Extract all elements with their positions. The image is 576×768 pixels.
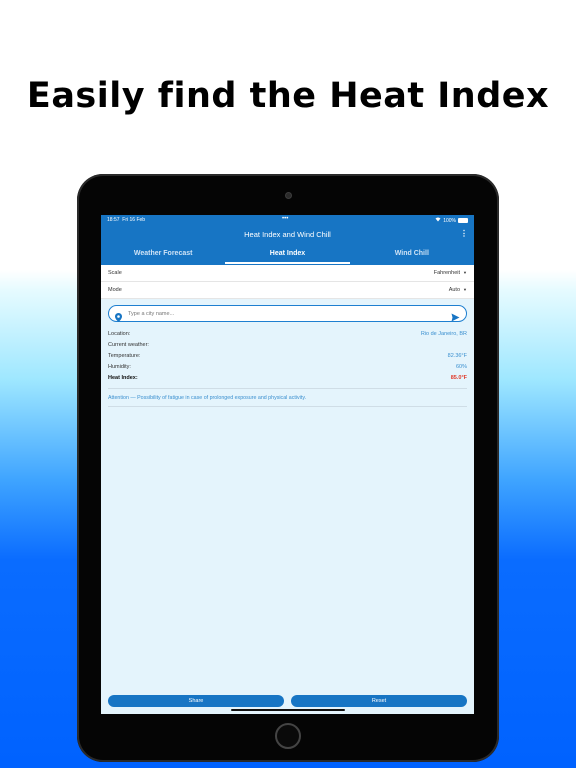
- city-search-field[interactable]: [108, 305, 467, 322]
- headline: Easily find the Heat Index: [26, 76, 550, 116]
- main-content: Location: Rio de Janeiro, BR Current wea…: [101, 299, 474, 714]
- battery-percent: 100%: [443, 217, 456, 224]
- camera-icon: [285, 192, 292, 199]
- heat-index-line: Heat Index: 85.0°F: [108, 374, 467, 381]
- attention-message: Attention — Possibility of fatigue in ca…: [108, 394, 307, 401]
- ipad-device-frame: 18:57 Fri 16 Feb ••• 100% Heat Index and…: [77, 174, 499, 762]
- scale-label: Scale: [108, 270, 122, 276]
- temperature-value: 82.36°F: [447, 352, 467, 359]
- status-right: 100%: [435, 217, 468, 224]
- status-time: 18:57 Fri 16 Feb: [107, 217, 146, 223]
- send-icon[interactable]: [451, 309, 460, 322]
- status-bar: 18:57 Fri 16 Feb ••• 100%: [101, 215, 474, 225]
- location-line: Location: Rio de Janeiro, BR: [108, 331, 467, 338]
- temperature-line: Temperature: 82.36°F: [108, 352, 467, 359]
- mode-select[interactable]: Auto ▼: [449, 287, 467, 293]
- current-weather-line: Current weather:: [108, 342, 149, 349]
- wifi-icon: [435, 217, 441, 224]
- humidity-line: Humidity: 60%: [108, 363, 467, 370]
- home-indicator: [231, 709, 345, 711]
- app-screen: 18:57 Fri 16 Feb ••• 100% Heat Index and…: [101, 215, 474, 714]
- tab-bar: Weather Forecast Heat Index Wind Chill: [101, 248, 474, 265]
- scale-row: Scale Fahrenheit ▼: [101, 265, 474, 282]
- chevron-down-icon: ▼: [463, 287, 467, 292]
- multitask-dots-icon[interactable]: •••: [282, 216, 288, 222]
- mode-label: Mode: [108, 287, 122, 293]
- app-header: 18:57 Fri 16 Feb ••• 100% Heat Index and…: [101, 215, 474, 265]
- divider: [108, 405, 467, 407]
- reset-button[interactable]: Reset: [291, 695, 467, 707]
- location-pin-icon: [115, 309, 122, 322]
- battery-icon: [458, 218, 468, 223]
- home-button[interactable]: [275, 723, 301, 749]
- tab-wind-chill[interactable]: Wind Chill: [350, 248, 474, 265]
- humidity-value: 60%: [455, 363, 467, 370]
- mode-row: Mode Auto ▼: [101, 282, 474, 299]
- weather-info: Location: Rio de Janeiro, BR Current wea…: [108, 329, 467, 407]
- scale-select[interactable]: Fahrenheit ▼: [434, 270, 467, 276]
- share-button[interactable]: Share: [108, 695, 284, 707]
- city-search-input[interactable]: [128, 310, 451, 317]
- tab-heat-index[interactable]: Heat Index: [225, 248, 350, 265]
- location-value: Rio de Janeiro, BR: [420, 331, 467, 338]
- tab-weather-forecast[interactable]: Weather Forecast: [101, 248, 225, 265]
- heat-index-value: 85.0°F: [450, 374, 467, 381]
- more-options-icon[interactable]: ⋮: [460, 229, 468, 238]
- app-title: Heat Index and Wind Chill: [244, 230, 331, 239]
- chevron-down-icon: ▼: [463, 270, 467, 275]
